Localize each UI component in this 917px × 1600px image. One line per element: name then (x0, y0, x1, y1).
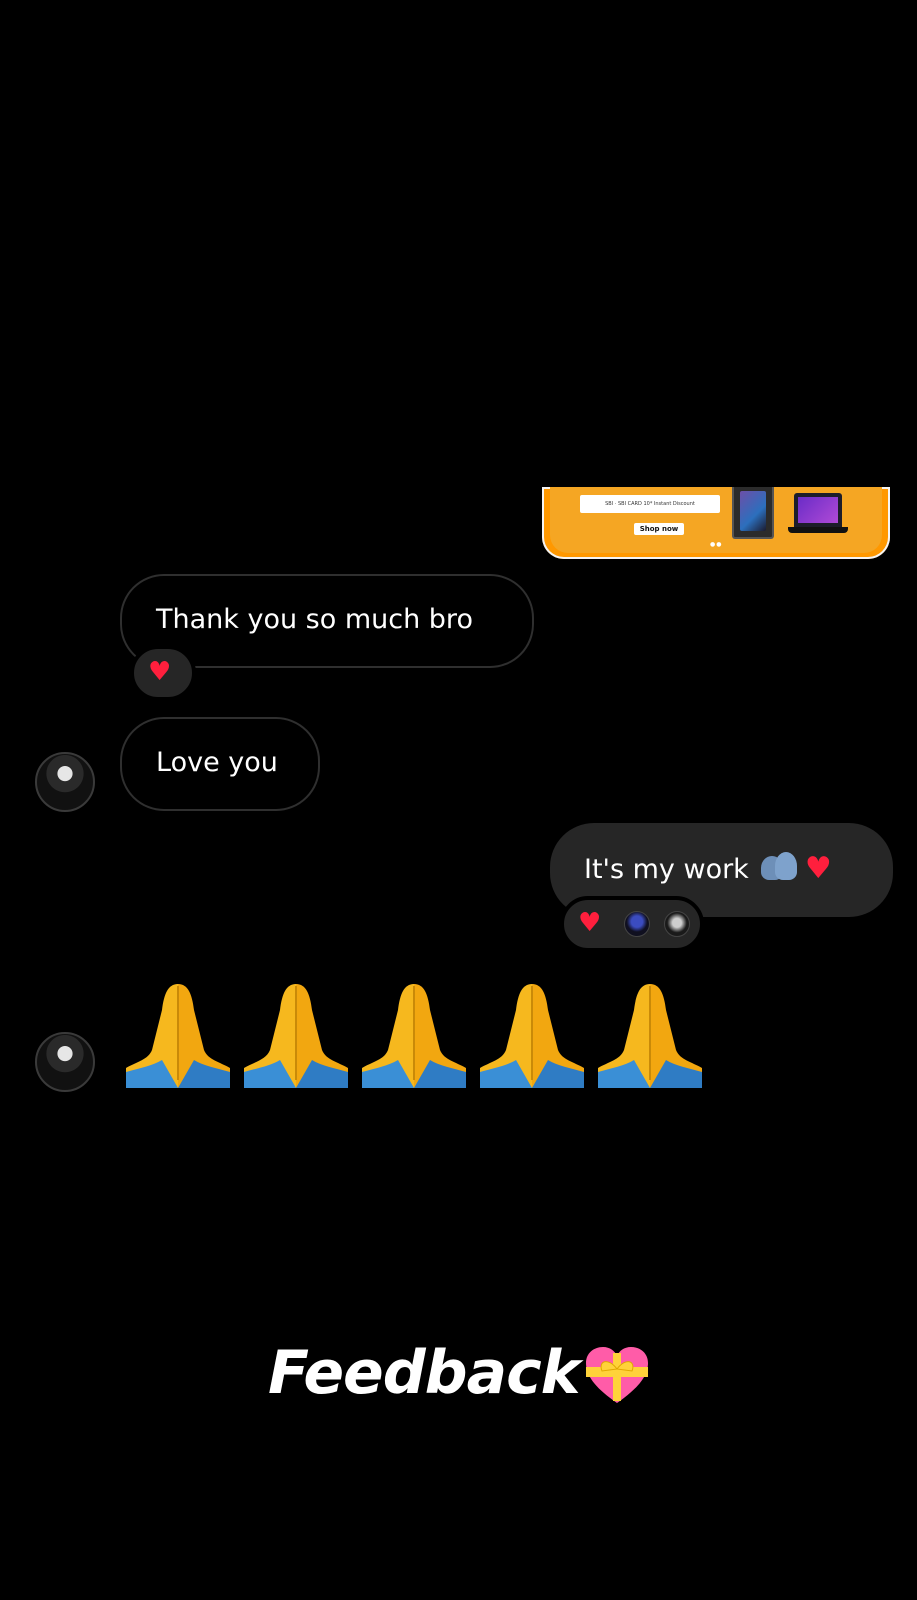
reactor-avatar (664, 911, 690, 937)
heart-icon: ♥ (804, 851, 832, 886)
message-text: It's my work (584, 854, 749, 885)
laptop-base (788, 527, 848, 533)
folded-hands-icon (594, 980, 706, 1090)
folded-hands-icon (240, 980, 352, 1090)
tablet-product-image (732, 487, 774, 539)
heart-with-ribbon-icon (584, 1345, 650, 1405)
shop-now-button: Shop now (634, 523, 684, 535)
promo-banner-text: SBI · SBI CARD 10* Instant Discount (580, 495, 720, 513)
reaction-pill[interactable]: ♥ (560, 896, 704, 952)
folded-hands-icon (122, 980, 234, 1090)
folded-hands-icon (358, 980, 470, 1090)
message-text: Thank you so much bro (156, 604, 473, 635)
people-hugging-icon (759, 852, 799, 882)
reactor-avatar (624, 911, 650, 937)
folded-hands-icon (476, 980, 588, 1090)
shared-image-card[interactable]: SBI · SBI CARD 10* Instant Discount Shop… (542, 487, 890, 559)
laptop-product-image (794, 493, 842, 527)
avatar[interactable] (35, 752, 95, 812)
feedback-caption: Feedback (268, 1338, 581, 1408)
message-bubble-incoming[interactable]: Love you (120, 717, 320, 811)
card-image: SBI · SBI CARD 10* Instant Discount Shop… (550, 487, 882, 553)
reaction-pill[interactable]: ♥ (130, 645, 196, 701)
avatar[interactable] (35, 1032, 95, 1092)
heart-reaction-icon: ♥ (578, 908, 602, 938)
carousel-dots: ●● (710, 541, 723, 548)
message-text: Love you (156, 747, 278, 778)
heart-reaction-icon: ♥ (148, 657, 172, 687)
